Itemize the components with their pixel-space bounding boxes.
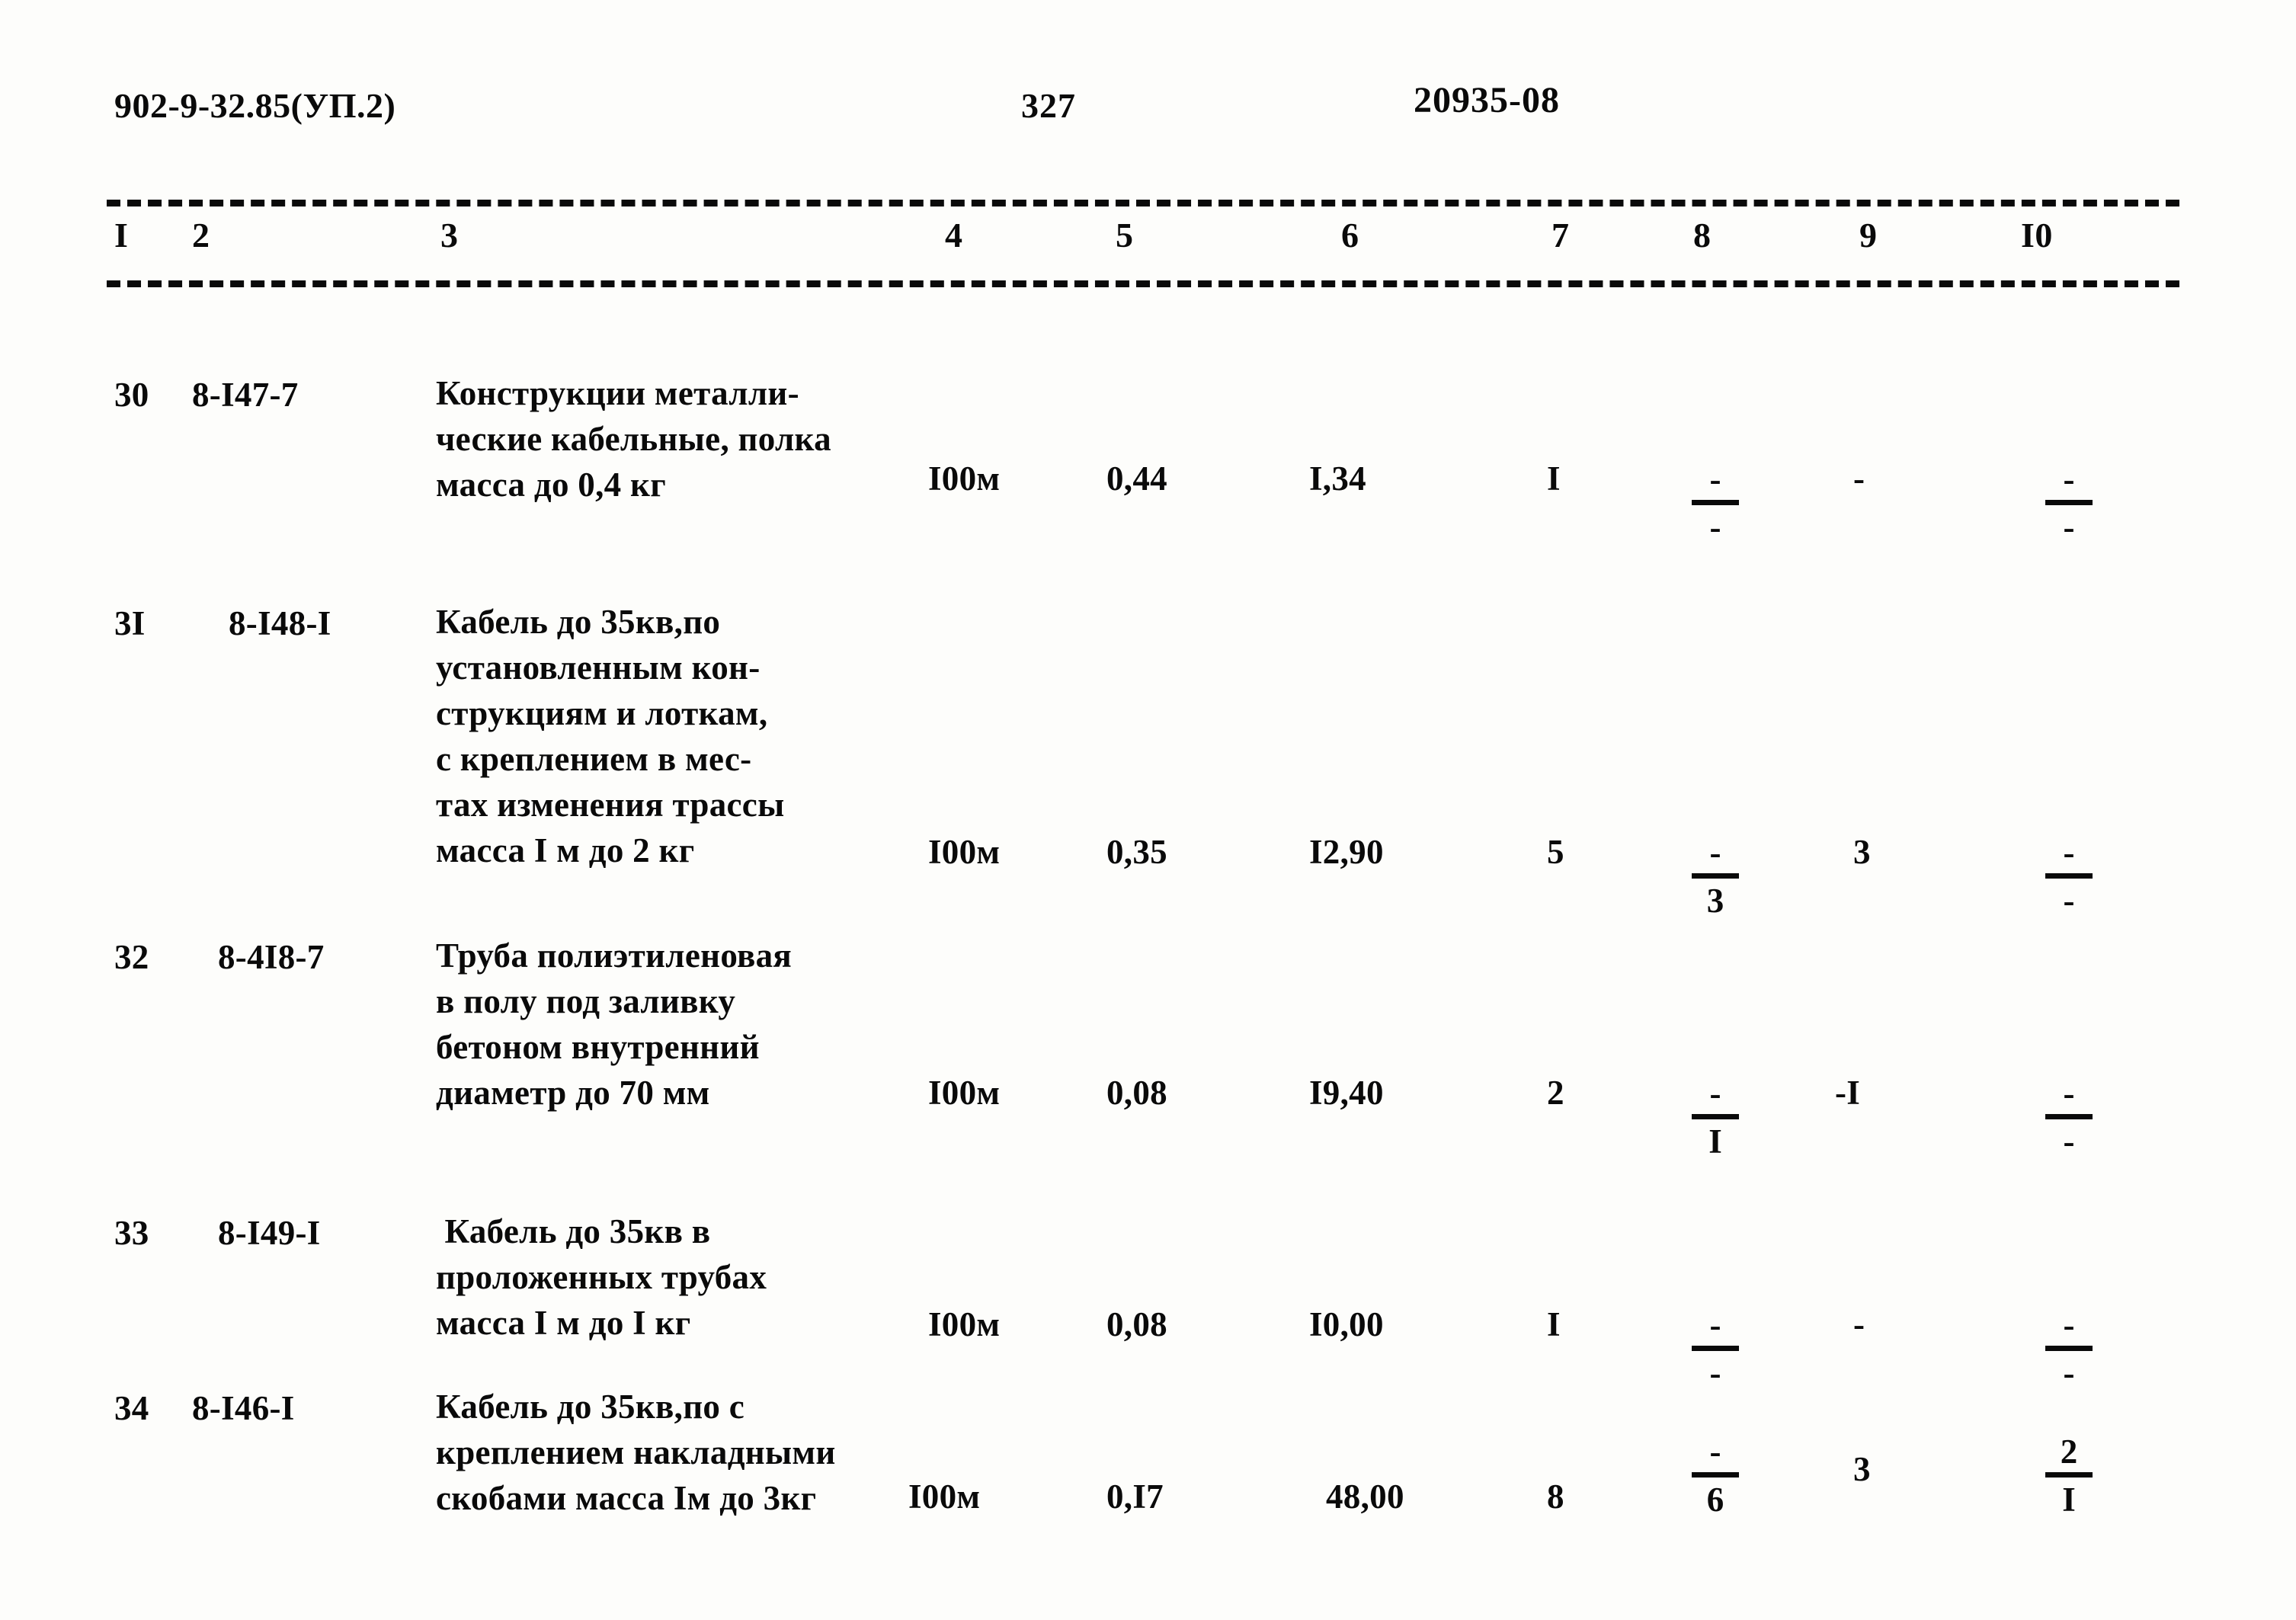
row-unit: I00м: [928, 1305, 1001, 1343]
row-code: 8-I49-I: [218, 1214, 321, 1252]
fraction-bar: [1692, 873, 1739, 879]
row-value-7: 2: [1547, 1074, 1564, 1112]
row-description: Труба полиэтиленовая в полу под заливку …: [436, 936, 793, 1112]
row-fraction-8: - 3: [1673, 835, 1757, 918]
row-description: Кабель до 35кв,по установленным кон- стр…: [436, 603, 785, 869]
fraction-denominator: -: [2063, 1354, 2075, 1392]
row-value-5: 0,08: [1106, 1074, 1167, 1112]
row-number: 30: [114, 376, 149, 414]
fraction-bar: [2045, 500, 2093, 505]
row-fraction-8: - -: [1673, 462, 1757, 545]
row-value-6: I,34: [1309, 459, 1366, 498]
row-value-9: -I: [1835, 1074, 1861, 1112]
fraction-bar: [2045, 1346, 2093, 1351]
fraction-denominator: -: [2063, 1122, 2075, 1161]
row-number: 3I: [114, 604, 146, 642]
row-value-5: 0,I7: [1106, 1478, 1164, 1516]
row-value-9: 3: [1853, 833, 1871, 871]
row-fraction-10: - -: [2027, 462, 2111, 545]
row-unit: I00м: [928, 833, 1001, 871]
fraction-denominator: -: [2063, 508, 2075, 546]
row-value-7: 5: [1547, 833, 1564, 871]
fraction-denominator: I: [2062, 1481, 2076, 1519]
row-fraction-8: - 6: [1673, 1434, 1757, 1517]
fraction-numerator: 2: [2060, 1433, 2078, 1471]
row-code: 8-I46-I: [192, 1389, 295, 1427]
row-value-7: I: [1547, 459, 1561, 498]
row-value-5: 0,35: [1106, 833, 1167, 871]
fraction-denominator: -: [1709, 1354, 1721, 1392]
fraction-bar: [2045, 873, 2093, 879]
fraction-numerator: -: [1709, 1433, 1721, 1471]
fraction-denominator: -: [2063, 882, 2075, 920]
fraction-numerator: -: [2063, 460, 2075, 498]
document-page: 902-9-32.85(УП.2) 327 20935-08 I 2 3 4 5…: [0, 0, 2296, 1620]
fraction-denominator: 3: [1706, 882, 1724, 920]
row-code: 8-4I8-7: [218, 938, 325, 976]
row-unit: I00м: [928, 459, 1001, 498]
row-value-9: 3: [1853, 1450, 1871, 1488]
row-code: 8-I47-7: [192, 376, 299, 414]
row-description: Кабель до 35кв в проложенных трубах масс…: [436, 1212, 767, 1342]
row-unit: I00м: [908, 1478, 981, 1516]
row-fraction-10: 2 I: [2027, 1434, 2111, 1517]
row-description: Конструкции металли- ческие кабельные, п…: [436, 374, 831, 504]
fraction-bar: [1692, 1114, 1739, 1119]
row-value-7: 8: [1547, 1478, 1564, 1516]
row-value-6: I9,40: [1309, 1074, 1384, 1112]
fraction-bar: [1692, 1472, 1739, 1478]
row-value-9: -: [1853, 459, 1865, 498]
fraction-denominator: 6: [1706, 1481, 1724, 1519]
row-unit: I00м: [928, 1074, 1001, 1112]
fraction-denominator: -: [1709, 508, 1721, 546]
row-value-5: 0,08: [1106, 1305, 1167, 1343]
row-value-6: 48,00: [1326, 1478, 1404, 1516]
fraction-numerator: -: [2063, 1306, 2075, 1344]
fraction-numerator: -: [2063, 1074, 2075, 1113]
row-fraction-10: - -: [2027, 1308, 2111, 1391]
table-body: 30 8-I47-7 Конструкции металли- ческие к…: [0, 0, 2296, 1620]
row-description: Кабель до 35кв,по с креплением накладным…: [436, 1388, 836, 1517]
fraction-bar: [1692, 500, 1739, 505]
row-value-7: I: [1547, 1305, 1561, 1343]
fraction-numerator: -: [2063, 834, 2075, 872]
row-fraction-10: - -: [2027, 835, 2111, 918]
row-value-6: I0,00: [1309, 1305, 1384, 1343]
row-fraction-8: - I: [1673, 1076, 1757, 1159]
fraction-numerator: -: [1709, 834, 1721, 872]
row-number: 32: [114, 938, 149, 976]
row-number: 33: [114, 1214, 149, 1252]
fraction-numerator: -: [1709, 1074, 1721, 1113]
fraction-bar: [1692, 1346, 1739, 1351]
row-value-5: 0,44: [1106, 459, 1167, 498]
row-fraction-10: - -: [2027, 1076, 2111, 1159]
fraction-denominator: I: [1708, 1122, 1722, 1161]
row-code: 8-I48-I: [229, 604, 331, 642]
row-fraction-8: - -: [1673, 1308, 1757, 1391]
row-value-6: I2,90: [1309, 833, 1384, 871]
row-number: 34: [114, 1389, 149, 1427]
fraction-numerator: -: [1709, 1306, 1721, 1344]
fraction-bar: [2045, 1472, 2093, 1478]
row-value-9: -: [1853, 1305, 1865, 1343]
fraction-numerator: -: [1709, 460, 1721, 498]
fraction-bar: [2045, 1114, 2093, 1119]
